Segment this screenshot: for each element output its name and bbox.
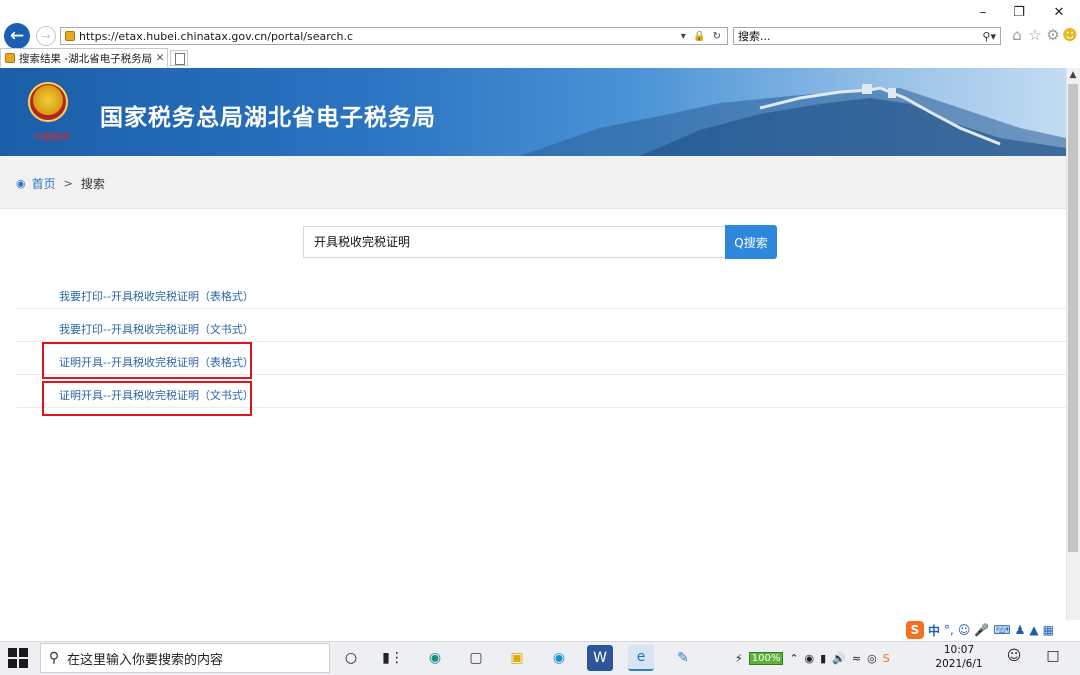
address-bar[interactable]: https://etax.hubei.chinatax.gov.cn/porta… — [60, 27, 728, 45]
right-arrow-icon: → — [41, 29, 51, 43]
keyboard-icon[interactable]: ⌨ — [993, 623, 1010, 637]
paint-brush-app-icon[interactable]: ✎ — [670, 645, 696, 671]
browser-search-input[interactable]: 搜索... ⚲▾ — [733, 27, 1001, 45]
security-shield-icon[interactable]: ◉ — [805, 652, 815, 665]
skin-shirt-icon[interactable]: ▲ — [1029, 623, 1038, 637]
taskbar-search-input[interactable]: ⚲ 在这里输入你要搜索的内容 — [40, 643, 330, 673]
left-arrow-icon: ← — [9, 26, 25, 46]
result-row: 我要打印--开具税收完税证明（表格式） — [16, 276, 1066, 309]
address-url[interactable]: https://etax.hubei.chinatax.gov.cn/porta… — [79, 30, 681, 43]
site-title: 国家税务总局湖北省电子税务局 — [100, 105, 436, 131]
tab-favicon-icon — [5, 53, 15, 63]
internet-explorer-icon[interactable]: e — [628, 645, 654, 671]
taskbar-search-placeholder: 在这里输入你要搜索的内容 — [67, 652, 224, 668]
search-input[interactable]: 开具税收完税证明 — [303, 226, 725, 258]
scrollbar-thumb[interactable] — [1068, 84, 1078, 552]
tax-emblem-logo — [28, 82, 68, 122]
task-view-icon[interactable]: ▮⋮ — [380, 645, 406, 671]
sogou-tray-icon[interactable]: S — [883, 652, 890, 665]
back-button[interactable]: ← — [4, 23, 30, 49]
tab-close-icon[interactable]: ✕ — [153, 52, 167, 64]
clock-time: 10:07 — [943, 644, 975, 656]
minimize-button[interactable]: – — [964, 2, 1002, 22]
browser-search-placeholder: 搜索... — [738, 30, 771, 43]
breadcrumb: ◉ 首页 > 搜索 — [16, 175, 105, 192]
new-tab-button[interactable] — [170, 50, 188, 66]
forward-button[interactable]: → — [36, 26, 56, 46]
home-icon[interactable]: ⌂ — [1008, 26, 1026, 44]
battery-indicator[interactable]: 100% — [748, 651, 784, 665]
ime-punctuation-toggle[interactable]: °, — [944, 623, 954, 637]
breadcrumb-bar — [0, 156, 1066, 209]
toolbox-grid-icon[interactable]: ▦ — [1043, 623, 1054, 637]
clock-date: 2021/6/1 — [935, 658, 983, 670]
highlight-box — [42, 381, 252, 416]
search-button[interactable]: Q搜索 — [725, 225, 777, 259]
browser-e-icon[interactable]: ◉ — [546, 645, 572, 671]
gear-icon[interactable]: ⚙ — [1044, 26, 1062, 44]
address-controls[interactable]: ▾ 🔒 ↻ — [681, 31, 727, 42]
system-tray: ⚡ 100% ⌃ ◉ ▮ 🔊 ≈ ◎ S — [735, 645, 890, 671]
site-favicon-icon — [65, 31, 75, 41]
smiley-feedback-icon[interactable]: ☻ — [1061, 26, 1079, 44]
breadcrumb-home-link[interactable]: 首页 — [32, 175, 56, 192]
edge-browser-icon[interactable]: ◉ — [422, 645, 448, 671]
plug-icon[interactable]: ⚡ — [735, 652, 743, 665]
restore-button[interactable]: ❐ — [1000, 2, 1038, 22]
sogou-logo-icon[interactable]: S — [906, 621, 924, 639]
chat-bubble-icon[interactable]: ☺ — [1004, 648, 1024, 666]
ime-mode-toggle[interactable]: 中 — [928, 622, 940, 639]
browser-tab-active[interactable]: 搜索结果 -湖北省电子税务局 ✕ — [0, 48, 168, 67]
wifi-network-icon[interactable]: ≈ — [852, 652, 861, 665]
favorites-star-icon[interactable]: ☆ — [1026, 26, 1044, 44]
user-icon[interactable]: ♟ — [1015, 623, 1026, 637]
notification-center-icon[interactable]: □ — [1044, 648, 1062, 666]
result-link[interactable]: 我要打印--开具税收完税证明（表格式） — [59, 288, 254, 304]
result-link[interactable]: 我要打印--开具税收完税证明（文书式） — [59, 321, 254, 337]
site-banner: 中国税务 国家税务总局湖北省电子税务局 — [0, 68, 1066, 156]
battery-icon[interactable]: ▮ — [820, 652, 826, 665]
emblem-caption: 中国税务 — [34, 133, 71, 143]
location-pin-icon: ◉ — [16, 177, 26, 190]
highlight-box — [42, 342, 252, 379]
search-icon[interactable]: ⚲▾ — [982, 30, 1000, 43]
ime-language-icon[interactable]: ◎ — [867, 652, 877, 665]
search-icon: ⚲ — [48, 650, 60, 666]
scroll-up-arrow-icon[interactable]: ▲ — [1066, 68, 1080, 82]
file-explorer-folder-icon[interactable]: ▣ — [504, 645, 530, 671]
chevron-up-icon[interactable]: ⌃ — [789, 652, 798, 665]
breadcrumb-current: 搜索 — [80, 177, 105, 191]
store-bag-icon[interactable]: ▢ — [463, 645, 489, 671]
ime-toolbar: S 中 °, ☺ 🎤 ⌨ ♟ ▲ ▦ — [903, 620, 1080, 640]
word-app-icon[interactable]: W — [587, 645, 613, 671]
tab-title: 搜索结果 -湖北省电子税务局 — [19, 52, 153, 65]
speaker-volume-icon[interactable]: 🔊 — [832, 652, 846, 665]
close-window-button[interactable]: ✕ — [1040, 2, 1078, 22]
system-clock[interactable]: 10:07 2021/6/1 — [930, 643, 988, 671]
windows-start-icon[interactable] — [8, 648, 28, 668]
emoji-icon[interactable]: ☺ — [958, 623, 971, 637]
result-row: 我要打印--开具税收完税证明（文书式） — [16, 309, 1066, 342]
breadcrumb-separator: > — [63, 177, 73, 190]
microphone-icon[interactable]: 🎤 — [974, 623, 989, 637]
cortana-circle-icon[interactable]: ○ — [338, 645, 364, 671]
